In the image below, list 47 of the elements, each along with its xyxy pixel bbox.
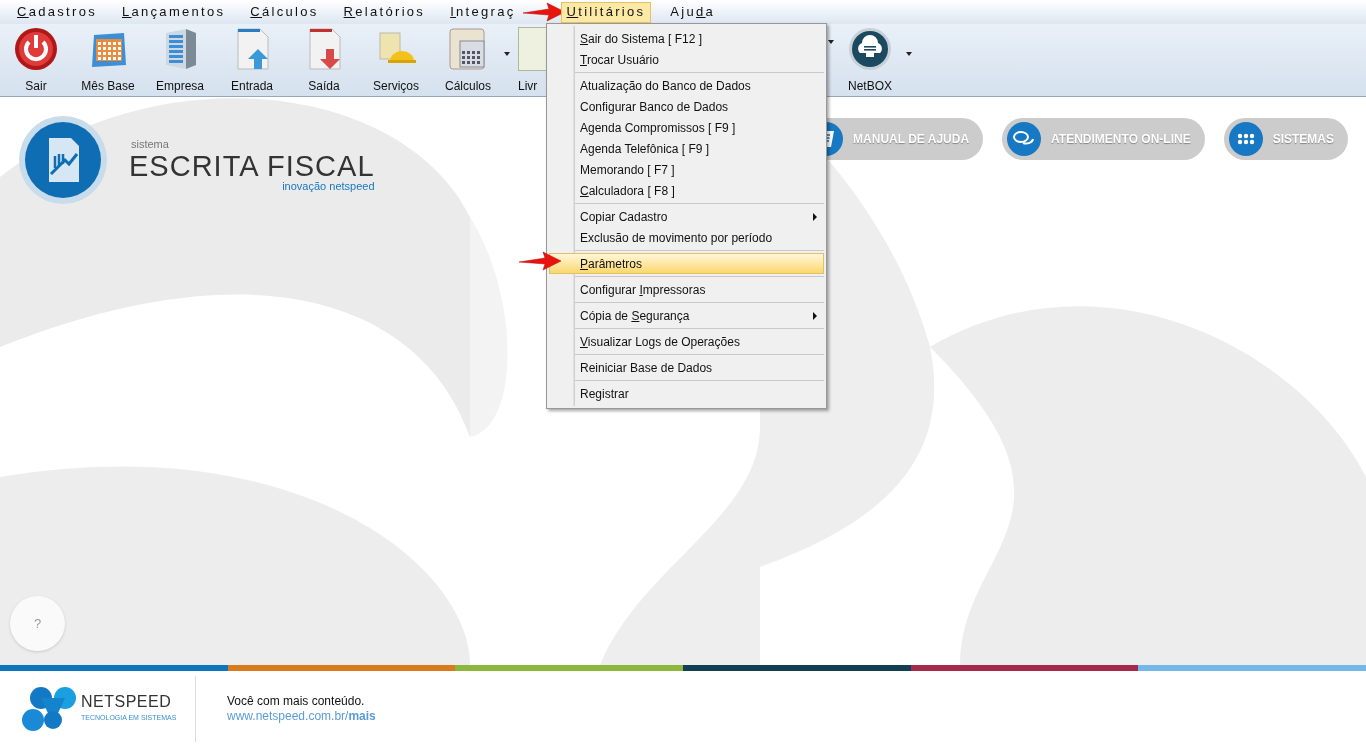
cloud-box-icon xyxy=(848,27,892,71)
pointer-arrow-icon xyxy=(519,251,561,271)
toolbar-button[interactable]: Cálculos xyxy=(432,27,504,95)
menu-option[interactable]: Visualizar Logs de Operações xyxy=(575,331,824,352)
menu-item[interactable]: Cálculos xyxy=(244,1,325,23)
menu-item[interactable]: L ançamentos xyxy=(115,1,232,23)
dropdown-caret-icon[interactable] xyxy=(828,40,834,44)
menu-option[interactable]: Calculadora [ F8 ] xyxy=(575,180,824,201)
toolbar-button[interactable]: Sair xyxy=(0,27,72,95)
submenu-arrow-icon xyxy=(813,311,817,320)
toolbar-button[interactable]: Empresa xyxy=(144,27,216,95)
menu-option[interactable]: Sair do Sistema [ F12 ] xyxy=(575,28,824,49)
menu-option[interactable]: Configurar Impressoras xyxy=(575,279,824,300)
apps-grid-icon xyxy=(1228,122,1263,156)
toolbar-button[interactable]: Mês Base xyxy=(72,27,144,95)
toolbar-button[interactable]: Saída xyxy=(288,27,360,95)
netspeed-logo-icon xyxy=(19,686,77,732)
menu-option[interactable]: Parâmetros xyxy=(549,253,824,274)
menu-option[interactable]: Cópia de Segurança xyxy=(575,305,824,326)
dropdown-caret-icon[interactable] xyxy=(504,52,510,56)
menu-option[interactable]: Reiniciar Base de Dados xyxy=(575,357,824,378)
menu-option[interactable]: Registrar xyxy=(575,383,824,404)
menu-item[interactable]: Cadastros xyxy=(11,1,103,23)
chat-bubbles-icon xyxy=(1007,122,1042,156)
power-icon xyxy=(14,27,58,71)
document-chart-logo-icon xyxy=(19,116,107,204)
menu-option[interactable]: Configurar Banco de Dados xyxy=(575,96,824,117)
submenu-arrow-icon xyxy=(813,212,817,221)
menu-option[interactable]: Atualização do Banco de Dados xyxy=(575,75,824,96)
menu-option[interactable]: Memorando [ F7 ] xyxy=(575,159,824,180)
brand-name: NETSPEED xyxy=(81,694,173,711)
menu-option[interactable]: Copiar Cadastro xyxy=(575,206,824,227)
toolbar-button[interactable]: Entrada xyxy=(216,27,288,95)
logo-small-text: sistema xyxy=(131,138,170,150)
menu-option[interactable]: Exclusão de movimento por período xyxy=(575,227,824,248)
menu-option[interactable]: Trocar Usuário xyxy=(575,49,824,70)
logo-tagline: inovação netspeed xyxy=(282,180,375,192)
logo-title: ESCRITA FISCAL xyxy=(129,151,375,181)
menu-item[interactable]: Ajuda xyxy=(664,1,722,23)
menu-item[interactable]: Relatórios xyxy=(337,1,432,23)
toolbar-button[interactable]: Serviços xyxy=(360,27,432,95)
notebook-icon xyxy=(518,27,548,71)
dropdown-caret-icon[interactable] xyxy=(906,52,912,56)
menu-item[interactable]: I ntegraç xyxy=(444,1,522,23)
footer-message: Você com mais conteúdo. xyxy=(227,694,366,709)
menu-item[interactable]: Utilitários xyxy=(560,1,652,23)
toolbar-button[interactable]: NetBOX xyxy=(834,27,906,95)
